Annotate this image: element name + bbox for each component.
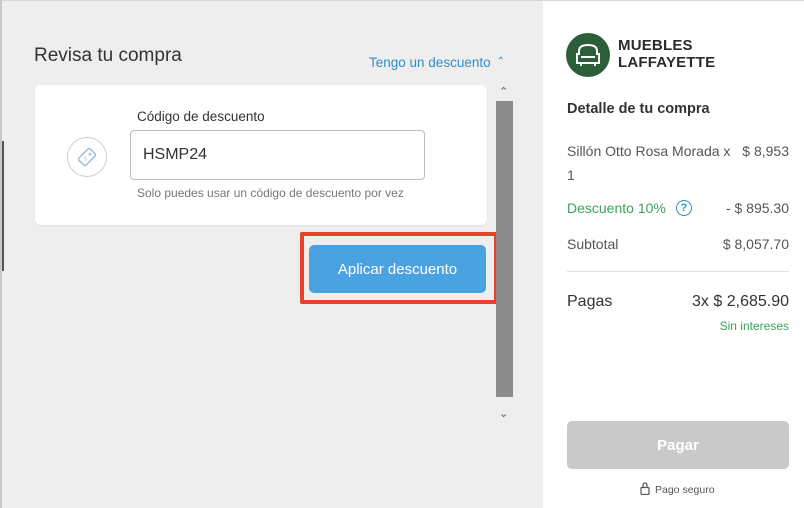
discount-card: % Código de descuento Solo puedes usar u… — [35, 85, 487, 225]
discount-tag-icon: % — [67, 137, 107, 177]
item-price: $ 8,953 — [742, 143, 789, 159]
discount-code-hint: Solo puedes usar un código de descuento … — [137, 186, 404, 200]
window-edge — [2, 141, 4, 271]
brand-name: MUEBLES LAFFAYETTE — [618, 37, 715, 71]
discount-toggle-link[interactable]: Tengo un descuento ⌃ — [369, 55, 505, 70]
item-name: Sillón Otto Rosa Morada x 1 — [567, 143, 731, 183]
discount-row-label: Descuento 10% ? — [567, 200, 692, 216]
order-detail-title: Detalle de tu compra — [567, 101, 710, 117]
brand-logo-icon — [566, 33, 610, 77]
secure-payment-label: Pago seguro — [655, 484, 715, 496]
svg-text:%: % — [81, 155, 89, 163]
secure-payment-note: Pago seguro — [640, 482, 715, 498]
subtotal-label: Subtotal — [567, 236, 619, 252]
brand-name-line2: LAFFAYETTE — [618, 54, 716, 71]
pay-button[interactable]: Pagar — [567, 421, 789, 469]
discount-toggle-label: Tengo un descuento — [369, 55, 491, 70]
order-summary-panel: MUEBLES LAFFAYETTE Detalle de tu compra … — [543, 0, 804, 508]
summary-divider — [567, 271, 789, 272]
discount-code-input[interactable] — [130, 130, 425, 180]
discount-label: Descuento 10% — [567, 200, 666, 216]
installment-value: 3x $ 2,685.90 — [692, 293, 789, 310]
page-title: Revisa tu compra — [34, 45, 182, 66]
scroll-up-arrow-icon[interactable]: ⌃ — [499, 85, 508, 98]
chevron-up-icon: ⌃ — [496, 56, 505, 67]
lock-icon — [640, 482, 650, 498]
apply-discount-button[interactable]: Aplicar descuento — [309, 245, 486, 293]
scroll-down-arrow-icon[interactable]: ⌄ — [499, 407, 508, 420]
subtotal-value: $ 8,057.70 — [722, 236, 789, 252]
discount-code-label: Código de descuento — [137, 109, 265, 124]
checkout-main-panel: Revisa tu compra Tengo un descuento ⌃ % … — [0, 0, 543, 508]
help-icon[interactable]: ? — [675, 200, 692, 216]
scrollbar-thumb[interactable] — [496, 101, 513, 397]
brand-name-line1: MUEBLES — [618, 37, 693, 54]
discount-value: - $ 895.30 — [725, 200, 789, 216]
interest-note: Sin intereses — [719, 319, 789, 333]
pay-label: Pagas — [567, 293, 613, 310]
